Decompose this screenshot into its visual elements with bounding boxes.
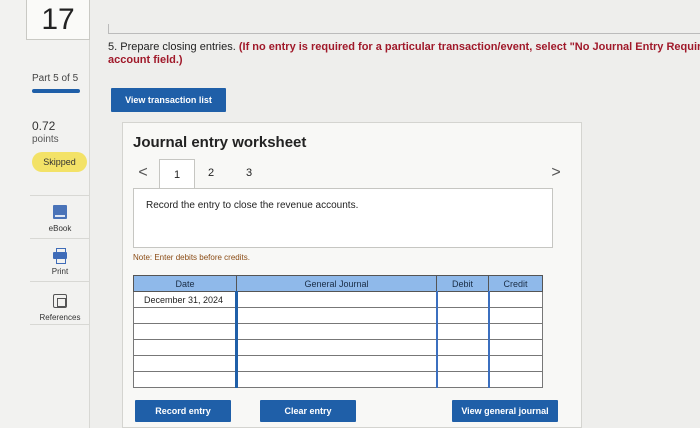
prompt-instruction-line2: account field.) bbox=[108, 54, 183, 66]
debit-column-header: Debit bbox=[436, 275, 489, 292]
account-cell[interactable] bbox=[235, 323, 437, 340]
journal-row bbox=[133, 307, 543, 324]
journal-entry-table: Date General Journal Debit Credit Decemb… bbox=[133, 275, 543, 388]
date-cell[interactable] bbox=[133, 339, 237, 356]
prev-page-button[interactable]: < bbox=[133, 159, 153, 187]
worksheet-title: Journal entry worksheet bbox=[133, 134, 307, 151]
credit-cell[interactable] bbox=[487, 291, 543, 308]
account-cell[interactable] bbox=[235, 371, 437, 388]
score-value: 0.72 bbox=[32, 119, 56, 133]
record-instruction-box: Record the entry to close the revenue ac… bbox=[133, 188, 553, 248]
print-button[interactable]: Print bbox=[30, 238, 90, 278]
page-tab-1[interactable]: 1 bbox=[159, 159, 195, 189]
journal-row bbox=[133, 355, 543, 372]
debit-cell[interactable] bbox=[435, 323, 489, 340]
record-entry-button[interactable]: Record entry bbox=[135, 400, 231, 422]
credit-column-header: Credit bbox=[488, 275, 543, 292]
clear-entry-button[interactable]: Clear entry bbox=[260, 400, 356, 422]
date-column-header: Date bbox=[133, 275, 237, 292]
credit-cell[interactable] bbox=[487, 371, 543, 388]
question-prompt: 5. Prepare closing entries. (If no entry… bbox=[108, 41, 700, 67]
part-progress-bar bbox=[32, 89, 80, 93]
prompt-text: 5. Prepare closing entries. bbox=[108, 41, 236, 53]
journal-header-row: Date General Journal Debit Credit bbox=[133, 275, 543, 292]
account-cell[interactable] bbox=[235, 339, 437, 356]
debit-cell[interactable] bbox=[435, 291, 489, 308]
credit-cell[interactable] bbox=[487, 355, 543, 372]
references-label: References bbox=[39, 313, 81, 322]
left-rail: 17 Part 5 of 5 0.72 points Skipped eBook… bbox=[0, 0, 90, 428]
points-label: points bbox=[32, 134, 59, 145]
journal-row bbox=[133, 339, 543, 356]
account-cell[interactable] bbox=[235, 307, 437, 324]
references-icon bbox=[53, 294, 67, 308]
debit-credit-note: Note: Enter debits before credits. bbox=[133, 253, 250, 262]
journal-row bbox=[133, 371, 543, 388]
view-general-journal-button[interactable]: View general journal bbox=[452, 400, 558, 422]
page-tab-3[interactable]: 3 bbox=[238, 159, 260, 187]
status-badge: Skipped bbox=[32, 152, 87, 172]
debit-cell[interactable] bbox=[435, 307, 489, 324]
view-transaction-list-button[interactable]: View transaction list bbox=[111, 88, 226, 112]
ebook-icon bbox=[53, 205, 67, 219]
references-button[interactable]: References bbox=[30, 281, 90, 325]
date-cell[interactable]: December 31, 2024 bbox=[133, 291, 237, 308]
journal-row: December 31, 2024 bbox=[133, 291, 543, 308]
question-number: 17 bbox=[41, 2, 75, 36]
journal-row bbox=[133, 323, 543, 340]
credit-cell[interactable] bbox=[487, 339, 543, 356]
account-cell[interactable] bbox=[235, 355, 437, 372]
prompt-instruction: (If no entry is required for a particula… bbox=[238, 41, 700, 53]
general-journal-column-header: General Journal bbox=[236, 275, 437, 292]
next-page-button[interactable]: > bbox=[546, 159, 566, 187]
ebook-button[interactable]: eBook bbox=[30, 195, 90, 235]
account-cell[interactable] bbox=[235, 291, 437, 308]
date-cell[interactable] bbox=[133, 323, 237, 340]
record-instruction-text: Record the entry to close the revenue ac… bbox=[146, 200, 359, 211]
print-icon bbox=[53, 248, 67, 264]
date-cell[interactable] bbox=[133, 307, 237, 324]
debit-cell[interactable] bbox=[435, 371, 489, 388]
credit-cell[interactable] bbox=[487, 307, 543, 324]
credit-cell[interactable] bbox=[487, 323, 543, 340]
debit-cell[interactable] bbox=[435, 355, 489, 372]
debit-cell[interactable] bbox=[435, 339, 489, 356]
page-tab-2[interactable]: 2 bbox=[200, 159, 222, 187]
ebook-label: eBook bbox=[48, 224, 72, 233]
part-label: Part 5 of 5 bbox=[32, 73, 79, 84]
print-label: Print bbox=[51, 267, 69, 276]
date-cell[interactable] bbox=[133, 355, 237, 372]
question-number-box: 17 bbox=[26, 0, 90, 40]
date-cell[interactable] bbox=[133, 371, 237, 388]
question-top-divider bbox=[108, 24, 700, 34]
part-progress-fill bbox=[32, 89, 80, 93]
